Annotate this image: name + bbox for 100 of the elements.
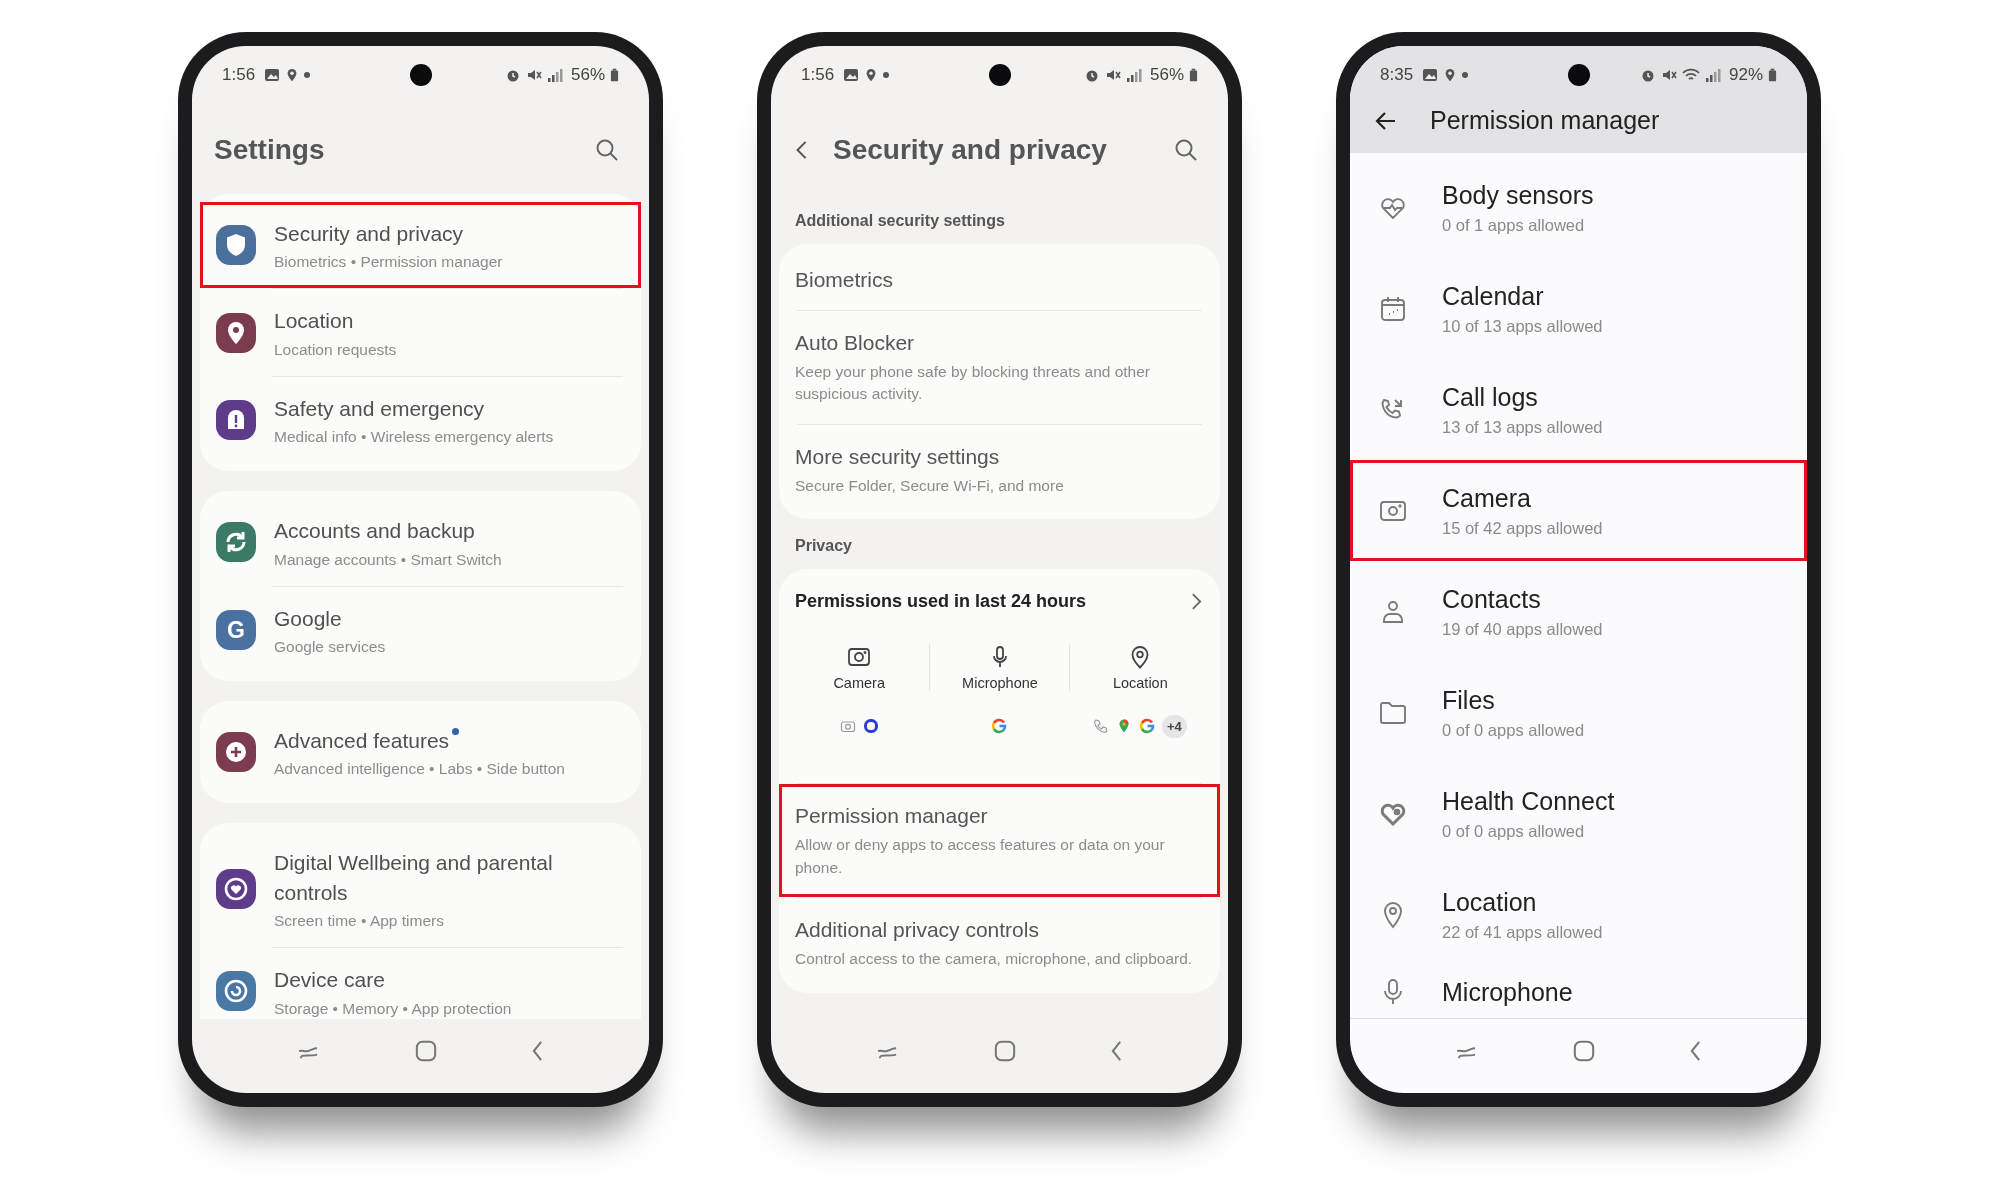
item-title: Advanced features [274,727,450,754]
permission-item[interactable]: Health Connect 0 of 0 apps allowed [1350,763,1807,864]
dot-icon [1462,72,1469,78]
permission-title: Contacts [1442,584,1542,614]
signal-icon [546,67,563,83]
page-title: Security and privacy [833,134,1108,166]
battery-percentage: 92% [1728,65,1763,85]
permission-shortcut[interactable]: Camera [789,644,930,692]
signal-icon [1704,67,1721,83]
permission-count: 10 of 13 apps allowed [1442,316,1603,336]
front-camera [409,64,432,86]
front-camera [988,64,1011,86]
mute-icon [1660,67,1677,83]
settings-item[interactable]: Accounts and backup Manage accounts • Smart Switch [200,499,641,586]
permission-shortcut[interactable]: Microphone [928,644,1071,692]
battery-icon [1768,67,1777,83]
section-label: Privacy [794,536,853,557]
settings-item[interactable]: Advanced features Advanced intelligence • Labs • Side button [200,708,641,796]
item-subtitle: Control access to the camera, microphone, and clipboard. [795,949,1194,970]
battery-percentage: 56% [1149,65,1184,85]
mute-icon [525,67,542,83]
search-icon[interactable] [1174,138,1198,162]
status-time: 1:56 [222,65,256,85]
dot-icon [883,72,890,78]
item-title: Permission manager [795,804,989,829]
item-subtitle: Google services [274,637,386,656]
permission-count: 0 of 0 apps allowed [1442,821,1586,841]
home-icon[interactable] [1573,1040,1595,1062]
item-title: Google [274,605,342,632]
permission-title: Microphone [1442,978,1573,1007]
settings-item[interactable]: Permission manager Allow or deny apps to access features or data on your phone. [779,784,1220,898]
item-subtitle: Advanced intelligence • Labs • Side button [274,760,565,779]
item-title: Additional privacy controls [795,918,1040,943]
item-subtitle: Medical info • Wireless emergency alerts [274,428,554,447]
permission-item[interactable]: Location 22 of 41 apps allowed [1350,864,1807,965]
settings-item[interactable]: Additional privacy controls Control access to the camera, microphone, and clipboard. [779,898,1220,989]
settings-item[interactable]: Location Location requests [200,289,641,376]
item-subtitle: Biometrics • Permission manager [274,253,503,272]
page-title: Permission manager [1430,106,1661,135]
settings-item[interactable]: Digital Wellbeing and parental controls Screen time • App timers [200,831,641,948]
settings-item[interactable]: Biometrics [779,248,1220,310]
item-title: Accounts and backup [274,518,475,545]
chevron-right-icon [1191,592,1202,612]
back-icon[interactable] [531,1040,544,1062]
permission-title: Body sensors [1442,180,1594,210]
permissions-usage-link[interactable]: Permissions used in last 24 hours [779,581,1220,625]
settings-item[interactable]: G Google Google services [200,586,641,673]
permission-count: 0 of 1 apps allowed [1442,215,1586,235]
home-icon[interactable] [994,1040,1016,1062]
item-subtitle: Storage • Memory • App protection [274,999,512,1018]
battery-icon [1189,67,1198,83]
permission-item[interactable]: Body sensors 0 of 1 apps allowed [1350,157,1807,258]
signal-icon [1125,67,1142,83]
mute-icon [1104,67,1121,83]
google-app-icon [991,718,1008,735]
image-icon [1422,67,1439,83]
item-subtitle: Screen time • App timers [274,912,445,931]
status-time: 8:35 [1380,65,1414,85]
item-subtitle: Manage accounts • Smart Switch [274,550,502,569]
dot-icon [304,72,311,78]
status-time: 1:56 [801,65,835,85]
permission-item[interactable]: Call logs 13 of 13 apps allowed [1350,359,1807,460]
settings-item[interactable]: Auto Blocker Keep your phone safe by blocking threats and other suspicious activity. [779,311,1220,424]
item-title: Biometrics [795,268,895,292]
camera-app-icon [839,718,856,735]
permission-title: Calendar [1442,281,1545,311]
back-icon[interactable] [1689,1040,1702,1062]
page-title: Settings [214,134,326,166]
permission-count: 15 of 42 apps allowed [1442,518,1603,538]
home-icon[interactable] [415,1040,437,1062]
permission-shortcut[interactable]: Location [1069,644,1211,692]
search-icon[interactable] [595,138,619,162]
battery-percentage: 56% [570,65,605,85]
permission-item[interactable]: Files 0 of 0 apps allowed [1350,662,1807,763]
permission-count: 19 of 40 apps allowed [1442,619,1603,639]
permission-title: Health Connect [1442,786,1615,816]
item-title: Auto Blocker [795,331,916,355]
more-apps-count: +4 [1161,714,1187,738]
permission-title: Call logs [1442,382,1539,412]
settings-item[interactable]: Security and privacy Biometrics • Permission manager [200,202,641,289]
item-title: Device care [274,967,385,994]
item-title: Security and privacy [274,221,464,247]
settings-item[interactable]: Device care Storage • Memory • App protection [200,948,641,1019]
google-app-icon [1138,718,1155,735]
ring-app-icon [862,718,879,735]
item-title: Safety and emergency [274,395,485,422]
item-title: More security settings [795,444,1001,469]
permission-count: 0 of 0 apps allowed [1442,720,1585,740]
permission-item[interactable]: Camera 15 of 42 apps allowed [1350,460,1807,561]
permission-item[interactable]: Microphone [1350,965,1807,1009]
settings-item[interactable]: More security settings Secure Folder, Secure Wi-Fi, and more [779,424,1220,516]
item-title: Digital Wellbeing and parental controls [274,850,554,906]
settings-item[interactable]: Safety and emergency Medical info • Wireless emergency alerts [200,376,641,464]
section-label: Additional security settings [794,211,1006,231]
permission-count: 22 of 41 apps allowed [1442,922,1603,942]
permission-title: Files [1442,685,1496,715]
back-icon[interactable] [1110,1040,1123,1062]
permission-item[interactable]: Contacts 19 of 40 apps allowed [1350,561,1807,662]
permission-title: Camera [1442,483,1532,513]
permission-item[interactable]: Calendar 10 of 13 apps allowed [1350,258,1807,359]
